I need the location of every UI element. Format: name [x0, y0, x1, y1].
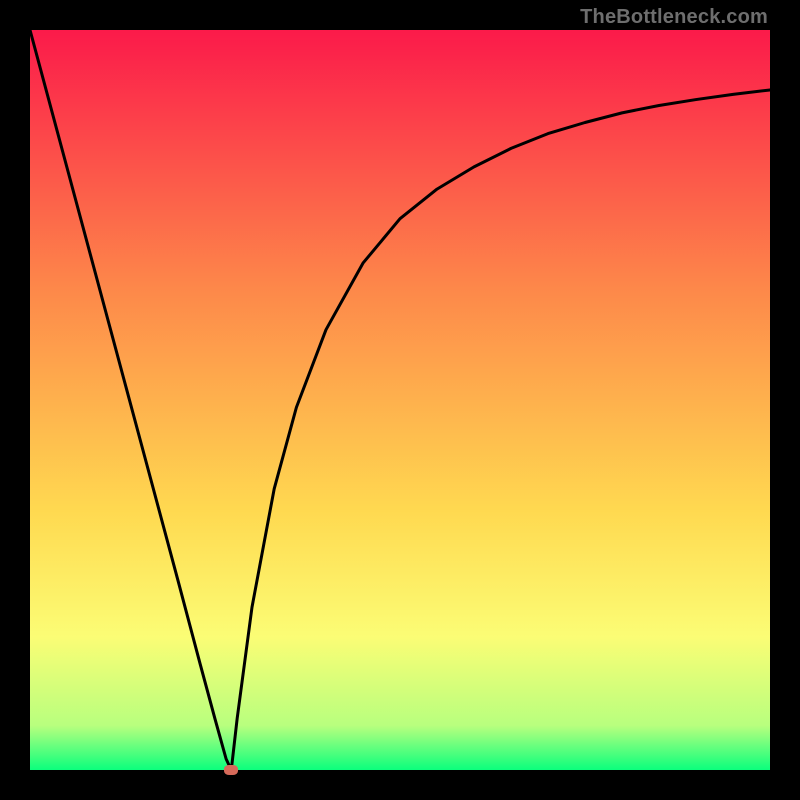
plot-area [30, 30, 770, 770]
heat-gradient-background [30, 30, 770, 770]
outer-frame: TheBottleneck.com [0, 0, 800, 800]
watermark-text: TheBottleneck.com [580, 6, 768, 29]
minimum-marker-dot [224, 765, 238, 775]
chart-canvas [30, 30, 770, 770]
